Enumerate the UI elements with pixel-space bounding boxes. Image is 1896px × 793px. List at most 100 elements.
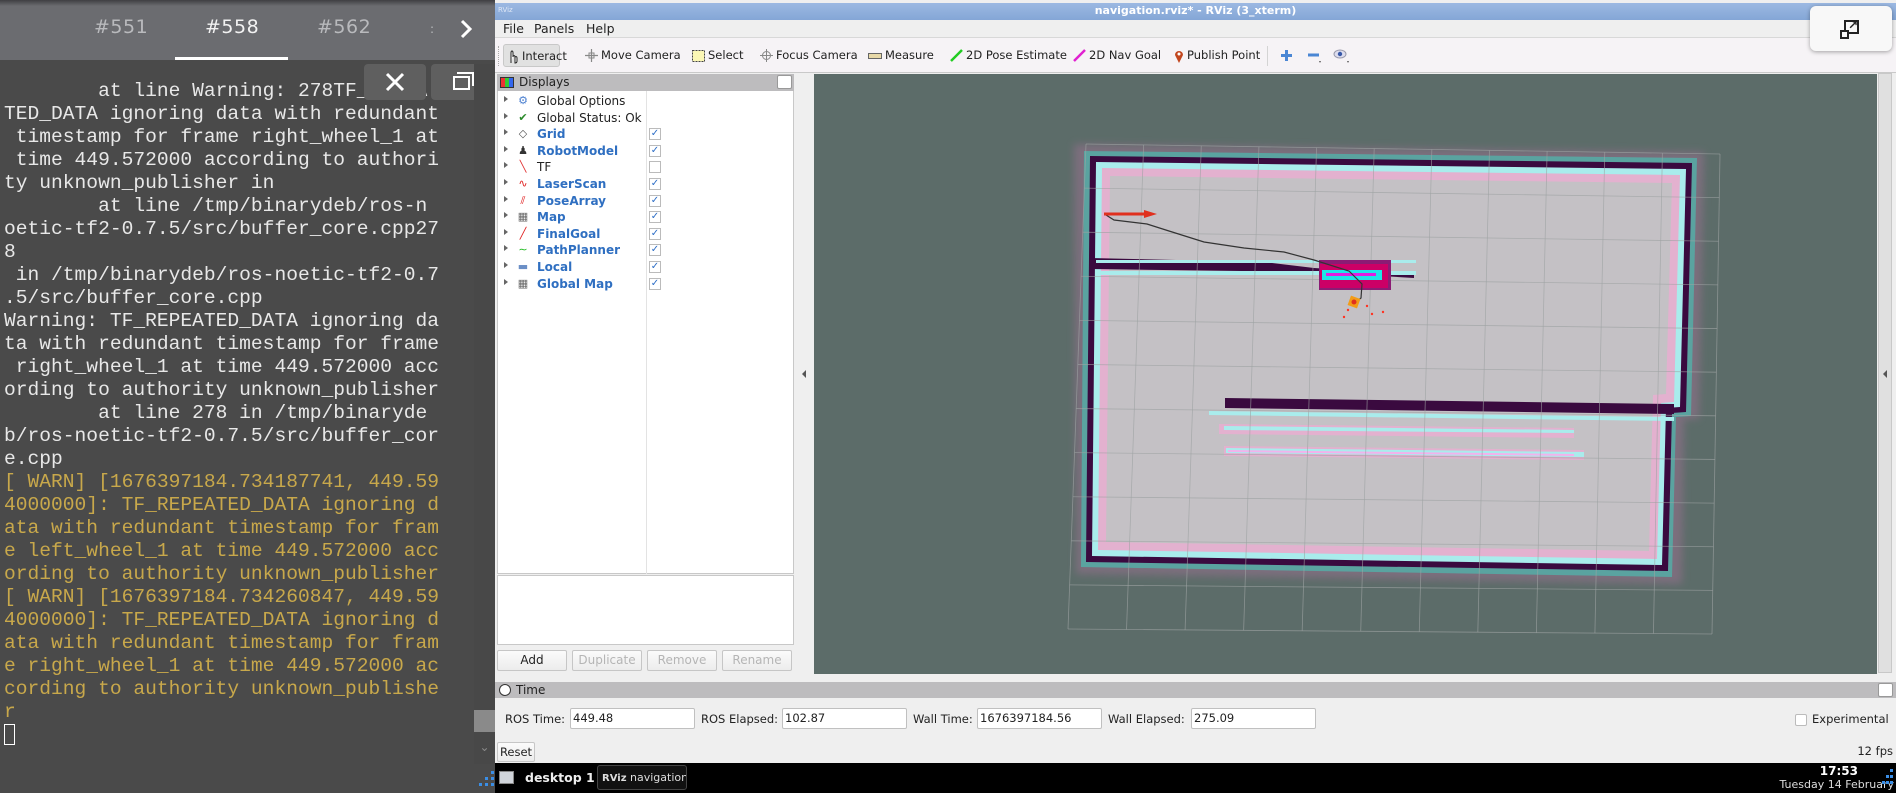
publish-point-tool-button[interactable]: Publish Point — [1174, 44, 1260, 67]
expand-arrow-icon[interactable] — [504, 278, 508, 285]
terminal-output[interactable]: at line Warning: 278TF_REPEA TED_DATA ign… — [4, 80, 474, 748]
ros-time-field[interactable]: 449.48 — [570, 708, 695, 729]
terminal-cursor — [4, 724, 15, 745]
tab-next-button[interactable] — [455, 16, 477, 42]
remove-display-button[interactable]: Remove — [647, 650, 717, 671]
float-time-panel-button[interactable] — [1878, 683, 1893, 697]
display-item-laserscan[interactable]: ∿ LaserScan ✓ — [498, 176, 794, 193]
display-item-tf[interactable]: ╲ TF — [498, 159, 794, 176]
display-enabled-checkbox[interactable]: ✓ — [649, 128, 661, 141]
left-panel-splitter[interactable] — [795, 74, 814, 674]
display-enabled-checkbox[interactable]: ✓ — [649, 261, 661, 273]
taskbar-window-label: navigation.rviz* -... — [630, 771, 687, 784]
expand-arrow-icon[interactable] — [504, 228, 508, 235]
taskbar-rviz-window[interactable]: RViz navigation.rviz* -... — [597, 765, 687, 790]
display-item-posearray[interactable]: ⫽ PoseArray ✓ — [498, 193, 794, 210]
display-item-local[interactable]: ▬ Local ✓ — [498, 259, 794, 276]
reset-time-button[interactable]: Reset — [497, 742, 535, 762]
move-camera-label: Move Camera — [601, 48, 681, 62]
add-tool-button[interactable] — [1280, 44, 1293, 67]
display-item-global-options[interactable]: ⚙ Global Options — [498, 93, 794, 110]
map-render[interactable] — [814, 74, 1877, 674]
add-display-button[interactable]: Add — [497, 650, 567, 671]
expand-arrow-icon[interactable] — [504, 245, 508, 252]
2d-pose-estimate-tool-button[interactable]: 2D Pose Estimate — [950, 44, 1067, 67]
terminal-prompt-line — [4, 724, 474, 748]
duplicate-display-button[interactable]: Duplicate — [572, 650, 642, 671]
expand-arrow-icon[interactable] — [504, 262, 508, 268]
measure-tool-button[interactable]: Measure — [868, 44, 934, 67]
remove-tool-button[interactable] — [1307, 44, 1323, 67]
display-enabled-checkbox[interactable]: ✓ — [649, 144, 661, 157]
arrow-icon: ╱ — [519, 226, 527, 240]
display-item-pathplanner[interactable]: ∼ PathPlanner ✓ — [498, 242, 794, 259]
desktop-switcher-icon[interactable] — [499, 771, 514, 784]
expand-arrow-icon[interactable] — [504, 195, 508, 202]
expand-arrow-icon[interactable] — [504, 145, 508, 152]
display-item-finalgoal[interactable]: ╱ FinalGoal ✓ — [498, 226, 794, 243]
terminal-line: cording to authority unknown_publishe — [4, 678, 440, 700]
2d-nav-goal-tool-button[interactable]: 2D Nav Goal — [1073, 44, 1161, 67]
gear-icon: ⚙ — [518, 94, 528, 107]
terminal-tab-bar: #551 #558 #562 : — [0, 0, 495, 60]
display-item-map[interactable]: ▦ Map ✓ — [498, 209, 794, 226]
collapse-right-arrow-icon[interactable] — [1883, 370, 1887, 378]
terminal-line: e left_wheel_1 at time 449.572000 acc — [4, 540, 440, 562]
time-panel-header[interactable]: Time — [495, 682, 1896, 698]
display-item-grid[interactable]: ◇ Grid ✓ — [498, 126, 794, 143]
ros-elapsed-field[interactable]: 102.87 — [782, 708, 907, 729]
resize-grip-icon[interactable] — [477, 771, 495, 791]
expand-window-button[interactable]: ↗ — [1810, 6, 1892, 51]
view-options-button[interactable] — [1333, 44, 1351, 67]
menu-file[interactable]: File — [503, 21, 524, 36]
display-item-global-status-ok[interactable]: ✔ Global Status: Ok — [498, 110, 794, 127]
expand-arrow-icon[interactable] — [504, 162, 508, 169]
tab-bar-shadow — [0, 0, 495, 6]
wall-time-field[interactable]: 1676397184.56 — [977, 708, 1102, 729]
window-titlebar[interactable]: RViz navigation.rviz* - RViz (3_xterm) — [495, 3, 1896, 20]
wall-elapsed-field[interactable]: 275.09 — [1191, 708, 1316, 729]
expand-arrow-icon[interactable] — [504, 179, 508, 185]
collapse-left-arrow-icon[interactable] — [802, 370, 806, 378]
experimental-checkbox[interactable] — [1795, 714, 1807, 726]
display-item-robotmodel[interactable]: ♟ RobotModel ✓ — [498, 143, 794, 160]
expand-arrow-icon[interactable] — [504, 129, 508, 136]
3d-viewport[interactable] — [814, 74, 1877, 674]
rviz-window: RViz navigation.rviz* - RViz (3_xterm) F… — [495, 0, 1896, 763]
tab-558[interactable]: #558 — [205, 16, 259, 38]
expand-arrow-icon[interactable] — [504, 112, 508, 119]
close-terminal-button[interactable] — [364, 64, 426, 100]
grid-line — [1067, 628, 1713, 635]
expand-arrow-icon[interactable] — [504, 212, 508, 219]
float-panel-button[interactable] — [777, 75, 792, 89]
display-enabled-checkbox[interactable]: ✓ — [649, 178, 661, 190]
display-enabled-checkbox[interactable]: ✓ — [649, 277, 661, 290]
select-tool-button[interactable]: Select — [692, 44, 743, 67]
tab-551[interactable]: #551 — [94, 16, 148, 38]
expand-arrow-icon[interactable] — [504, 96, 508, 102]
right-panel-splitter[interactable] — [1878, 73, 1892, 673]
terminal-line: [ WARN] [1676397184.734260847, 449.59 — [4, 586, 440, 608]
display-enabled-checkbox[interactable]: ✓ — [649, 194, 661, 207]
tab-562[interactable]: #562 — [317, 16, 371, 38]
focus-camera-tool-button[interactable]: Focus Camera — [760, 44, 858, 67]
toolbar-grip[interactable] — [498, 46, 501, 66]
menu-panels[interactable]: Panels — [534, 21, 574, 36]
rename-display-button[interactable]: Rename — [722, 650, 792, 671]
scrollbar-thumb[interactable] — [474, 710, 495, 732]
move-camera-tool-button[interactable]: Move Camera — [585, 44, 681, 67]
menu-help[interactable]: Help — [586, 21, 615, 36]
display-enabled-checkbox[interactable] — [649, 161, 661, 174]
measure-label: Measure — [885, 48, 934, 62]
display-item-global-map[interactable]: ▦ Global Map ✓ — [498, 276, 794, 293]
terminal-line: time 449.572000 according to authori — [4, 149, 440, 171]
display-enabled-checkbox[interactable]: ✓ — [649, 244, 661, 257]
display-enabled-checkbox[interactable]: ✓ — [649, 227, 661, 240]
display-enabled-checkbox[interactable]: ✓ — [649, 211, 661, 224]
terminal-scrollbar[interactable]: ⌄ — [474, 64, 495, 764]
map-free-space — [1081, 151, 1697, 577]
scroll-down-arrow-icon[interactable]: ⌄ — [474, 740, 495, 756]
desktop-label[interactable]: desktop 1 — [525, 770, 595, 785]
interact-tool-button[interactable]: Interact — [503, 44, 567, 67]
displays-panel-header[interactable]: Displays — [497, 74, 794, 91]
